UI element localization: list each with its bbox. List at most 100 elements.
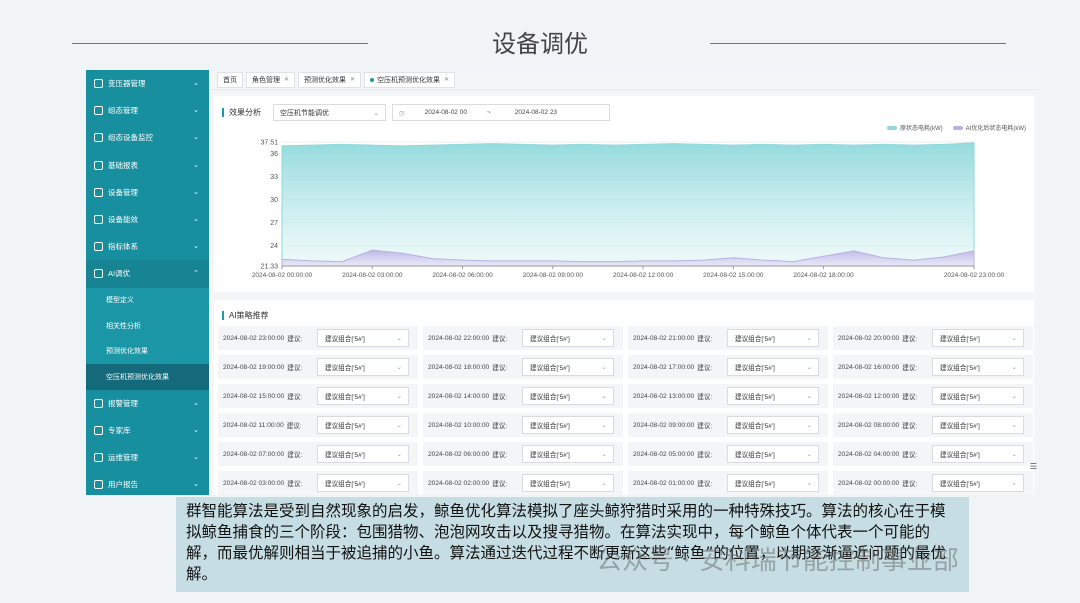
date-range-picker[interactable]: ◷ 2024-08-02 00 ~ 2024-08-02 23	[392, 104, 610, 121]
suggestion-advice-label: 建议:	[697, 394, 713, 401]
suggestion-select[interactable]: 建议组合['5#'] ⌄	[727, 474, 819, 492]
chevron-down-icon: ⌄	[193, 188, 199, 196]
close-icon[interactable]: ✕	[444, 76, 449, 83]
chevron-down-icon: ⌄	[396, 422, 402, 429]
suggestion-value: 建议组合['5#']	[735, 365, 775, 372]
date-separator: ~	[486, 109, 491, 116]
slide-title: 设备调优	[492, 30, 588, 58]
suggestion-card: 2024-08-02 20:00:00 建议: 建议组合['5#'] ⌄	[833, 326, 1033, 350]
close-icon[interactable]: ✕	[350, 76, 355, 83]
sidebar-item-index[interactable]: 指标体系 ⌄	[86, 233, 209, 260]
suggestion-card: 2024-08-02 05:00:00 建议: 建议组合['5#'] ⌄	[628, 442, 828, 466]
suggestion-value: 建议组合['5#']	[325, 394, 365, 401]
sidebar-item-report[interactable]: 基础报表 ⌄	[86, 152, 209, 179]
y-tick-label: 33	[270, 174, 278, 181]
select-value: 空压机节能调优	[280, 109, 329, 117]
date-start[interactable]: 2024-08-02 00	[425, 109, 467, 116]
sidebar-item-alarm[interactable]: 报警管理 ⌄	[86, 390, 209, 417]
suggestion-select[interactable]: 建议组合['5#'] ⌄	[522, 416, 614, 434]
close-icon[interactable]: ✕	[284, 76, 289, 83]
suggestion-select[interactable]: 建议组合['5#'] ⌄	[317, 387, 409, 405]
suggestion-advice-label: 建议:	[287, 336, 303, 343]
suggestion-select[interactable]: 建议组合['5#'] ⌄	[932, 416, 1024, 434]
suggestion-time: 2024-08-02 17:00:00	[633, 363, 695, 371]
suggestion-select[interactable]: 建议组合['5#'] ⌄	[727, 416, 819, 434]
suggestion-select[interactable]: 建议组合['5#'] ⌄	[522, 445, 614, 463]
legend-swatch	[952, 126, 963, 131]
suggestion-select[interactable]: 建议组合['5#'] ⌄	[932, 474, 1024, 492]
sidebar-subitem-prediction[interactable]: 预测优化效果	[86, 338, 209, 364]
suggestion-card: 2024-08-02 06:00:00 建议: 建议组合['5#'] ⌄	[423, 442, 623, 466]
config-icon	[94, 106, 103, 116]
suggestion-select[interactable]: 建议组合['5#'] ⌄	[932, 329, 1024, 347]
sidebar-item-device[interactable]: 设备管理 ⌄	[86, 179, 209, 206]
transformer-icon	[94, 79, 103, 89]
suggestion-select[interactable]: 建议组合['5#'] ⌄	[317, 329, 409, 347]
ops-icon	[94, 452, 103, 462]
legend-item-ai[interactable]: AI优化后状态电耗(kW)	[952, 123, 1026, 132]
suggestion-card: 2024-08-02 15:00:00 建议: 建议组合['5#'] ⌄	[218, 384, 418, 408]
series-area-original	[281, 142, 975, 267]
suggestion-card: 2024-08-02 19:00:00 建议: 建议组合['5#'] ⌄	[218, 355, 418, 379]
suggestion-select[interactable]: 建议组合['5#'] ⌄	[727, 445, 819, 463]
sidebar-item-expert[interactable]: 专家库 ⌄	[86, 417, 209, 444]
suggestion-time: 2024-08-02 01:00:00	[633, 479, 695, 487]
suggestion-select[interactable]: 建议组合['5#'] ⌄	[727, 387, 819, 405]
suggestion-select[interactable]: 建议组合['5#'] ⌄	[932, 358, 1024, 376]
suggestion-select[interactable]: 建议组合['5#'] ⌄	[932, 387, 1024, 405]
main-content: 首页 角色管理 ✕ 预测优化效果 ✕ 空压机预测优化效果 ✕ 效果分析 空压机节能调优…	[209, 70, 1039, 495]
chevron-down-icon: ⌄	[396, 335, 402, 342]
sidebar-item-transformer[interactable]: 变压器管理 ⌄	[86, 70, 209, 97]
suggestion-advice-label: 建议:	[492, 481, 508, 488]
suggestion-select[interactable]: 建议组合['5#'] ⌄	[522, 329, 614, 347]
suggestion-advice-label: 建议:	[697, 336, 713, 343]
sidebar-subitem-model[interactable]: 模型定义	[86, 287, 209, 313]
tab-role[interactable]: 角色管理 ✕	[246, 71, 296, 88]
suggestion-value: 建议组合['5#']	[940, 365, 980, 372]
suggestion-time: 2024-08-02 13:00:00	[633, 392, 695, 400]
suggestion-select[interactable]: 建议组合['5#'] ⌄	[317, 474, 409, 492]
sidebar-item-config[interactable]: 组态管理 ⌄	[86, 97, 209, 124]
tab-label: 预测优化效果	[304, 76, 347, 84]
x-tick-label: 2024-08-02 15:00:00	[703, 272, 764, 279]
sidebar-item-ops[interactable]: 运维管理 ⌄	[86, 444, 209, 471]
suggestion-time: 2024-08-02 15:00:00	[223, 392, 285, 400]
sidebar-item-user-report[interactable]: 用户报告 ⌄	[86, 471, 209, 495]
suggestion-select[interactable]: 建议组合['5#'] ⌄	[932, 445, 1024, 463]
suggestion-select[interactable]: 建议组合['5#'] ⌄	[522, 358, 614, 376]
tab-compressor[interactable]: 空压机预测优化效果 ✕	[364, 71, 456, 88]
sidebar-item-label: 指标体系	[108, 242, 138, 252]
sidebar-subitem-compressor[interactable]: 空压机预测优化效果	[86, 364, 209, 390]
tab-bar: 首页 角色管理 ✕ 预测优化效果 ✕ 空压机预测优化效果 ✕	[209, 70, 1039, 90]
suggestion-select[interactable]: 建议组合['5#'] ⌄	[522, 474, 614, 492]
suggestion-select[interactable]: 建议组合['5#'] ⌄	[727, 358, 819, 376]
suggestion-time: 2024-08-02 16:00:00	[838, 363, 900, 371]
settings-toggle-icon[interactable]: ☰	[1030, 462, 1037, 471]
suggestion-select[interactable]: 建议组合['5#'] ⌄	[317, 416, 409, 434]
suggestion-advice-label: 建议:	[697, 423, 713, 430]
analysis-type-select[interactable]: 空压机节能调优 ⌄	[273, 104, 386, 121]
sidebar-item-monitor[interactable]: 组态设备监控 ⌄	[86, 124, 209, 151]
legend-item-original[interactable]: 原状态电耗(kW)	[886, 123, 943, 132]
suggestion-time: 2024-08-02 05:00:00	[633, 450, 695, 458]
suggestion-advice-label: 建议:	[492, 365, 508, 372]
date-end[interactable]: 2024-08-02 23	[515, 109, 557, 116]
sidebar-item-efficiency[interactable]: 设备能效 ⌄	[86, 206, 209, 233]
tab-home[interactable]: 首页	[217, 71, 243, 88]
suggestion-select[interactable]: 建议组合['5#'] ⌄	[522, 387, 614, 405]
tab-prediction[interactable]: 预测优化效果 ✕	[298, 71, 362, 88]
suggestion-select[interactable]: 建议组合['5#'] ⌄	[727, 329, 819, 347]
suggestion-advice-label: 建议:	[697, 365, 713, 372]
suggestion-value: 建议组合['5#']	[940, 423, 980, 430]
suggestion-card: 2024-08-02 14:00:00 建议: 建议组合['5#'] ⌄	[423, 384, 623, 408]
sidebar-subitem-correlation[interactable]: 相关性分析	[86, 313, 209, 339]
suggestion-time: 2024-08-02 09:00:00	[633, 421, 695, 429]
suggestion-value: 建议组合['5#']	[735, 336, 775, 343]
suggestion-value: 建议组合['5#']	[735, 423, 775, 430]
suggestion-advice-label: 建议:	[697, 452, 713, 459]
suggestion-select[interactable]: 建议组合['5#'] ⌄	[317, 445, 409, 463]
suggestion-select[interactable]: 建议组合['5#'] ⌄	[317, 358, 409, 376]
chevron-down-icon: ⌄	[396, 480, 402, 487]
suggestion-time: 2024-08-02 04:00:00	[838, 450, 900, 458]
sidebar-item-ai[interactable]: AI调优 ⌃	[86, 260, 209, 288]
